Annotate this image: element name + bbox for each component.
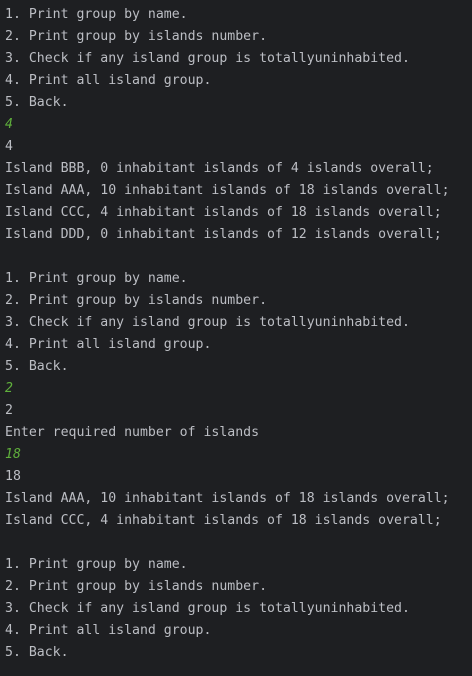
console-line: Island CCC, 4 inhabitant islands of 18 i… [5, 205, 442, 220]
console-line: 5. Back. [5, 359, 69, 374]
console-user-input-line: 2 [5, 381, 13, 396]
console-line: 18 [5, 469, 21, 484]
console-line: 3. Check if any island group is totallyu… [5, 51, 410, 66]
console-line: 2 [5, 403, 13, 418]
console-line: Island AAA, 10 inhabitant islands of 18 … [5, 491, 450, 506]
console-line: 5. Back. [5, 645, 69, 660]
console-line: Enter required number of islands [5, 425, 260, 440]
console-line: 4. Print all island group. [5, 337, 212, 352]
console-line: 4 [5, 139, 13, 154]
console-user-input-line: 18 [5, 447, 21, 462]
console-line: 1. Print group by name. [5, 557, 188, 572]
console-line: 1. Print group by name. [5, 271, 188, 286]
console-line: 3. Check if any island group is totallyu… [5, 601, 410, 616]
console-line: Island AAA, 10 inhabitant islands of 18 … [5, 183, 450, 198]
console-line: 4. Print all island group. [5, 73, 212, 88]
console-line: 3. Check if any island group is totallyu… [5, 315, 410, 330]
console-line: 4. Print all island group. [5, 623, 212, 638]
console-line: Island DDD, 0 inhabitant islands of 12 i… [5, 227, 442, 242]
console-user-input-line: 4 [5, 117, 13, 132]
console-line: Island BBB, 0 inhabitant islands of 4 is… [5, 161, 434, 176]
console-output[interactable]: 1. Print group by name. 2. Print group b… [0, 0, 472, 676]
console-line: 2. Print group by islands number. [5, 29, 268, 44]
console-line: 2. Print group by islands number. [5, 293, 268, 308]
console-line: 1. Print group by name. [5, 7, 188, 22]
console-line: 2. Print group by islands number. [5, 579, 268, 594]
console-line: Island CCC, 4 inhabitant islands of 18 i… [5, 513, 442, 528]
console-line: 5. Back. [5, 95, 69, 110]
